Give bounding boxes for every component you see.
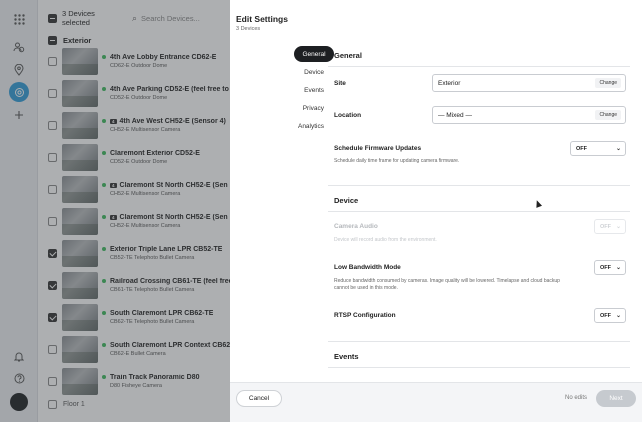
- modal-footer: Cancel No edits Next: [230, 382, 642, 422]
- site-value: Exterior: [438, 79, 461, 87]
- section-title-device: Device: [334, 196, 359, 205]
- firmware-description: Schedule daily time frame for updating c…: [334, 158, 460, 164]
- nav-events[interactable]: Events: [268, 82, 334, 98]
- location-value: — Mixed —: [438, 111, 472, 119]
- site-change-button[interactable]: Change: [595, 78, 621, 88]
- cancel-button[interactable]: Cancel: [236, 390, 282, 407]
- rtsp-select[interactable]: OFF ⌄: [594, 308, 626, 323]
- low-bandwidth-value: OFF: [600, 264, 611, 271]
- chevron-down-icon: ⌄: [615, 265, 621, 271]
- low-bandwidth-description: Reduce bandwidth consumed by cameras. Im…: [334, 278, 560, 291]
- site-field: Exterior Change: [432, 74, 626, 92]
- firmware-label: Schedule Firmware Updates: [334, 145, 422, 152]
- firmware-select[interactable]: OFF ⌄: [570, 141, 626, 156]
- camera-audio-select: OFF ⌄: [594, 219, 626, 234]
- rtsp-label: RTSP Configuration: [334, 312, 396, 319]
- divider: [328, 367, 630, 368]
- divider: [328, 341, 630, 342]
- rtsp-value: OFF: [600, 312, 611, 319]
- divider: [328, 185, 630, 186]
- section-title-events: Events: [334, 352, 359, 361]
- location-change-button[interactable]: Change: [595, 110, 621, 120]
- camera-audio-label: Camera Audio: [334, 223, 378, 230]
- edit-status: No edits: [565, 395, 588, 401]
- section-title-general: General: [334, 51, 362, 60]
- divider: [328, 211, 630, 212]
- location-field: — Mixed — Change: [432, 106, 626, 124]
- low-bandwidth-select[interactable]: OFF ⌄: [594, 260, 626, 275]
- low-bandwidth-label: Low Bandwidth Mode: [334, 264, 401, 271]
- divider: [328, 66, 630, 67]
- next-button[interactable]: Next: [596, 390, 636, 407]
- modal-subtitle: 3 Devices: [236, 26, 261, 32]
- firmware-value: OFF: [576, 145, 587, 152]
- modal-backdrop[interactable]: [0, 0, 230, 422]
- chevron-down-icon: ⌄: [615, 224, 621, 230]
- settings-content: General Site Exterior Change Location — …: [328, 40, 630, 382]
- site-label: Site: [334, 80, 346, 87]
- camera-audio-value: OFF: [600, 223, 611, 230]
- nav-device[interactable]: Device: [268, 64, 334, 80]
- modal-title: Edit Settings: [236, 14, 288, 24]
- edit-settings-modal: Edit Settings 3 Devices General Device E…: [230, 0, 642, 422]
- nav-privacy[interactable]: Privacy: [268, 100, 334, 116]
- settings-nav: General Device Events Privacy Analytics: [268, 46, 334, 136]
- location-label: Location: [334, 112, 362, 119]
- camera-audio-description: Device will record audio from the enviro…: [334, 237, 437, 243]
- chevron-down-icon: ⌄: [615, 313, 621, 319]
- nav-analytics[interactable]: Analytics: [268, 118, 334, 134]
- chevron-down-icon: ⌄: [615, 146, 621, 152]
